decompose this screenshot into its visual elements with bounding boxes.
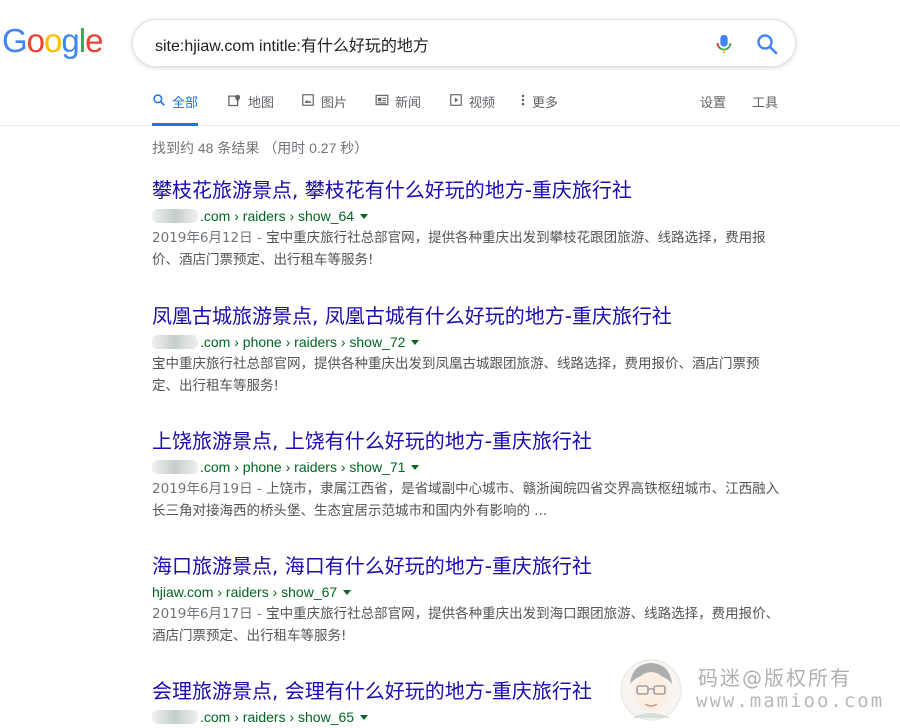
result-url: .com › raiders › show_64 [152,205,782,227]
blurred-domain [152,710,198,724]
dropdown-arrow-icon[interactable] [360,213,369,219]
google-logo[interactable]: Google [2,22,103,60]
result-url: hjiaw.com › raiders › show_67 [152,581,782,603]
video-icon [450,94,462,106]
search-box [132,19,796,67]
tab-label: 全部 [172,95,199,110]
cartoon-avatar-icon [620,659,682,721]
dropdown-arrow-icon[interactable] [411,339,420,345]
result-url-text: hjiaw.com › raiders › show_67 [152,584,338,600]
result-url-text: .com › raiders › show_64 [200,208,355,224]
result-url-text: .com › phone › raiders › show_71 [200,459,406,475]
logo-letter: e [85,22,103,59]
search-result: 攀枝花旅游景点, 攀枝花有什么好玩的地方-重庆旅行社 .com › raider… [152,177,782,271]
map-icon [228,94,241,107]
result-title-link[interactable]: 海口旅游景点, 海口有什么好玩的地方-重庆旅行社 [152,553,782,579]
settings-label: 设置 [700,95,727,110]
tab-more[interactable]: 更多 [520,92,558,124]
result-snippet: 2019年6月19日 - 上饶市，隶属江西省，是省域副中心城市、赣浙闽皖四省交界… [152,478,782,522]
tab-label: 视频 [469,95,496,110]
result-date: 2019年6月12日 - [152,230,267,246]
tab-videos[interactable]: 视频 [449,92,495,124]
result-title-link[interactable]: 攀枝花旅游景点, 攀枝花有什么好玩的地方-重庆旅行社 [152,177,782,203]
tab-label: 更多 [532,95,559,110]
search-tabs: 全部 地图 图片 新闻 视频 更多 设置 工具 [0,82,900,126]
search-submit-icon[interactable] [755,32,779,56]
blurred-domain [152,335,198,349]
dropdown-arrow-icon[interactable] [343,589,352,595]
result-title-link[interactable]: 凤凰古城旅游景点, 凤凰古城有什么好玩的地方-重庆旅行社 [152,303,782,329]
tab-images[interactable]: 图片 [301,92,347,124]
logo-letter: o [44,22,62,59]
result-snippet: 2019年6月17日 - 宝中重庆旅行社总部官网，提供各种重庆出发到海口跟团旅游… [152,603,782,647]
search-result: 凤凰古城旅游景点, 凤凰古城有什么好玩的地方-重庆旅行社 .com › phon… [152,303,782,397]
result-snippet: 2019年6月12日 - 宝中重庆旅行社总部官网，提供各种重庆出发到攀枝花跟团旅… [152,227,782,271]
search-icon [153,94,165,106]
result-title-link[interactable]: 上饶旅游景点, 上饶有什么好玩的地方-重庆旅行社 [152,428,782,454]
dropdown-arrow-icon[interactable] [411,464,420,470]
tab-news[interactable]: 新闻 [375,92,421,124]
tab-label: 图片 [321,95,348,110]
microphone-icon[interactable] [713,32,735,56]
result-url-text: .com › phone › raiders › show_72 [200,334,406,350]
settings-link[interactable]: 设置 [700,92,726,124]
tab-label: 地图 [248,95,275,110]
image-icon [302,94,314,106]
tab-maps[interactable]: 地图 [227,92,274,124]
result-url-text: .com › raiders › show_65 [200,709,355,725]
logo-letter: o [26,22,45,59]
dropdown-arrow-icon[interactable] [360,714,369,720]
result-date: 2019年6月19日 - [152,481,267,497]
more-vert-icon [521,94,525,106]
news-icon [375,94,389,106]
blurred-domain [152,209,198,223]
result-snippet: 宝中重庆旅行社总部官网，提供各种重庆出发到凤凰古城跟团旅游、线路选择，费用报价、… [152,353,782,397]
tools-link[interactable]: 工具 [752,92,778,124]
search-input[interactable] [155,31,695,57]
logo-letter: G [2,22,28,59]
tools-label: 工具 [752,95,779,110]
result-date: 2019年6月17日 - [152,606,267,622]
search-result: 上饶旅游景点, 上饶有什么好玩的地方-重庆旅行社 .com › phone › … [152,428,782,522]
watermark-text: 码迷@版权所有 [698,666,852,690]
watermark-url: www.mamioo.com [696,690,885,712]
result-stats: 找到约 48 条结果 （用时 0.27 秒） [152,140,369,156]
watermark: 码迷@版权所有 www.mamioo.com [618,652,900,728]
tab-label: 新闻 [395,95,422,110]
blurred-domain [152,460,198,474]
tab-all[interactable]: 全部 [152,92,199,126]
result-snippet-text: 宝中重庆旅行社总部官网，提供各种重庆出发到凤凰古城跟团旅游、线路选择，费用报价、… [152,356,760,394]
result-url: .com › phone › raiders › show_71 [152,456,782,478]
result-url: .com › phone › raiders › show_72 [152,331,782,353]
search-result: 海口旅游景点, 海口有什么好玩的地方-重庆旅行社 hjiaw.com › rai… [152,553,782,647]
logo-letter: g [61,22,79,59]
